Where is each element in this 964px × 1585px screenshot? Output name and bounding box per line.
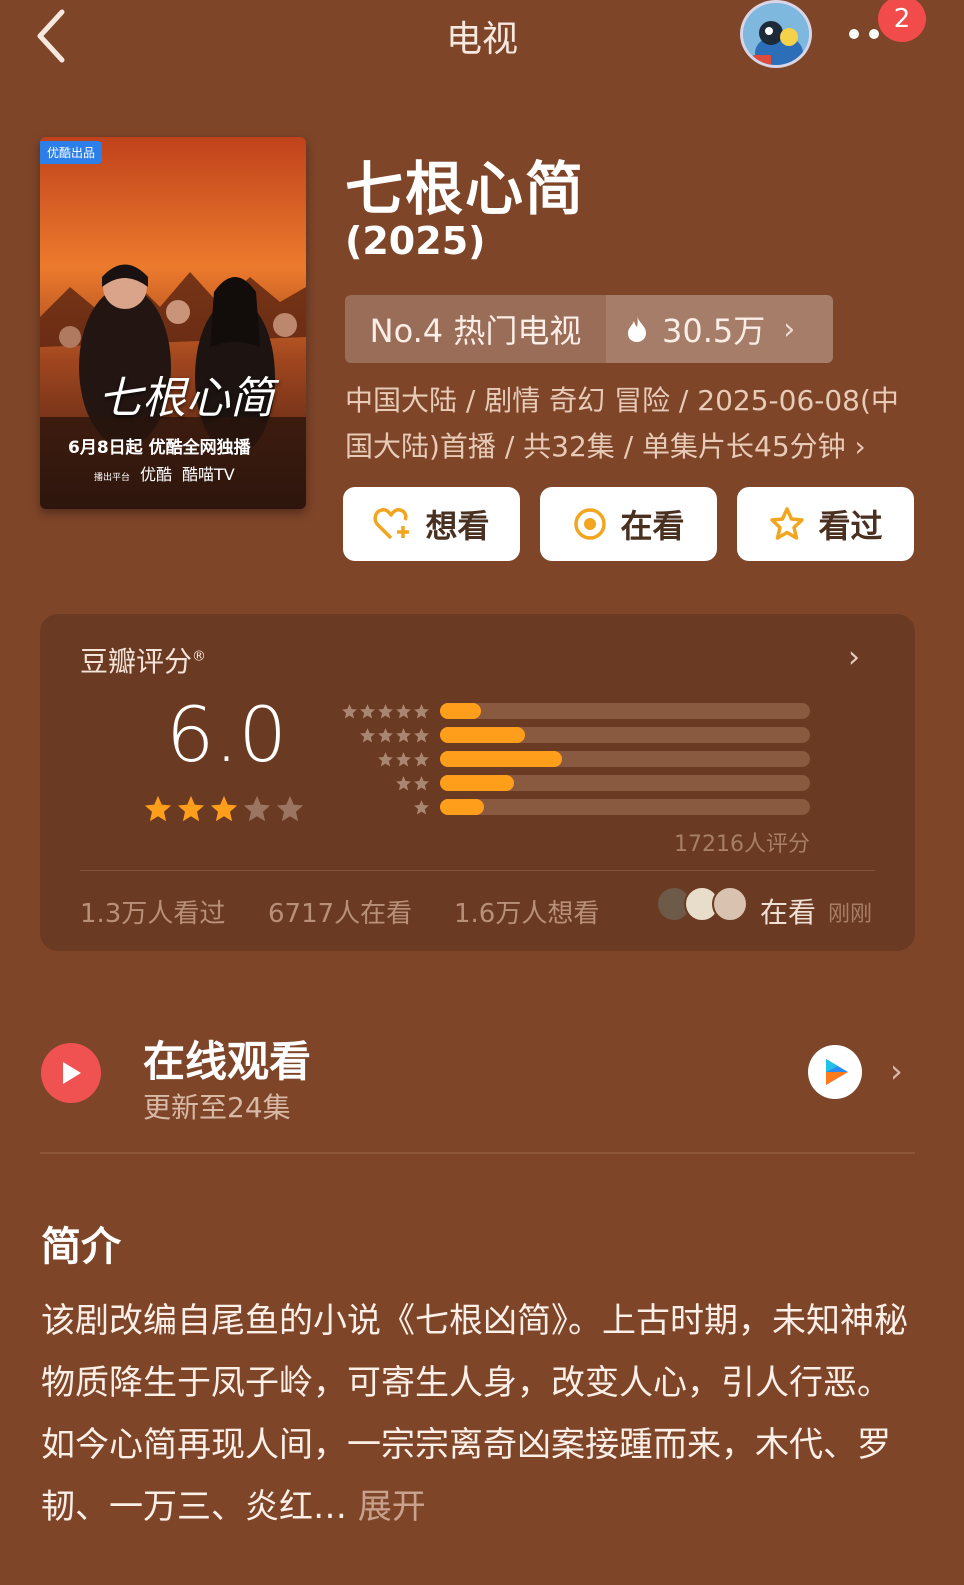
rating-bar-stars [330, 703, 430, 720]
chevron-right-icon[interactable]: › [848, 640, 860, 675]
score-stars [143, 794, 305, 824]
star-small-icon [396, 703, 411, 718]
rating-bar-fill [440, 703, 481, 719]
poster-platform-prefix: 播出平台 [94, 473, 131, 483]
star-small-icon [396, 727, 411, 742]
target-icon [574, 508, 607, 540]
chevron-right-icon: › [783, 311, 796, 347]
friend-time: 刚刚 [828, 902, 873, 927]
star-filled-icon [144, 795, 172, 822]
friend-status: 在看 [760, 896, 817, 929]
play-button[interactable] [41, 1043, 101, 1103]
chevron-right-icon[interactable]: › [890, 1052, 903, 1090]
heat-value-container: 30.5万 › [606, 295, 833, 363]
want-label: 想看 [425, 507, 490, 545]
poster-platform-kumiao: 酷喵TV [182, 465, 235, 484]
poster-title: 七根心简 [98, 373, 274, 424]
section-divider [40, 1152, 915, 1154]
star-small-icon [360, 703, 375, 718]
rating-bar-track [440, 751, 810, 767]
registered-mark: ® [192, 648, 207, 665]
rating-bar-fill [440, 727, 526, 743]
show-title: 七根心简 [345, 155, 586, 223]
rank-pill[interactable]: No.4 热门电视 30.5万 › [345, 295, 833, 363]
star-empty-icon [243, 795, 271, 822]
poster-promo: 6月8日起 优酷全网独播 [68, 438, 251, 458]
star-empty-icon [276, 795, 304, 822]
star-small-icon [414, 775, 429, 790]
youku-platform-icon[interactable] [808, 1045, 862, 1099]
poster-image[interactable]: 优酷出品 七根心简 6月8日起 优酷全网独播 播出平台 优酷 酷喵TV [40, 137, 306, 509]
star-filled-icon [177, 795, 205, 822]
rating-bar-stars [330, 799, 430, 816]
star-small-icon [378, 727, 393, 742]
online-watch-title[interactable]: 在线观看 [143, 1028, 311, 1089]
heart-plus-icon [373, 508, 410, 540]
watched-label: 看过 [818, 507, 883, 545]
rating-bar-row [330, 750, 810, 768]
page-title: 电视 [445, 19, 518, 60]
star-small-icon [414, 727, 429, 742]
watched-count[interactable]: 1.3万人看过 [80, 893, 225, 930]
card-divider [80, 870, 875, 871]
star-small-icon [342, 703, 357, 718]
rating-bar-track [440, 799, 810, 815]
rating-bar-track [440, 727, 810, 743]
rating-bar-track [440, 775, 810, 791]
star-small-icon [396, 775, 411, 790]
youku-logo-icon [826, 1059, 848, 1085]
star-filled-icon [210, 795, 238, 822]
rating-count: 17216人评分 [674, 832, 810, 857]
synopsis-text: 该剧改编自尾鱼的小说《七根凶简》。上古时期，未知神秘物质降生于凤子岭，可寄生人身… [41, 1290, 921, 1538]
watched-button[interactable]: 看过 [737, 487, 914, 561]
synopsis-title: 简介 [41, 1224, 121, 1270]
online-watch-subtitle: 更新至24集 [143, 1091, 291, 1124]
rating-bar-fill [440, 751, 563, 767]
heat-value: 30.5万 [662, 312, 766, 350]
rating-label-text: 豆瓣评分 [80, 645, 193, 678]
rating-score: 6.0 [166, 690, 287, 779]
star-small-icon [414, 703, 429, 718]
rating-bar-stars [330, 775, 430, 792]
star-small-icon [396, 751, 411, 766]
watching-button[interactable]: 在看 [540, 487, 717, 561]
user-avatar[interactable] [740, 0, 812, 68]
star-small-icon [414, 751, 429, 766]
rating-bar-row [330, 726, 810, 744]
synopsis-body: 该剧改编自尾鱼的小说《七根凶简》。上古时期，未知神秘物质降生于凤子岭，可寄生人身… [41, 1301, 908, 1527]
expand-link[interactable]: 展开 [358, 1487, 426, 1527]
rating-bar-stars [330, 751, 430, 768]
poster-badge: 优酷出品 [40, 141, 103, 164]
avatar [712, 886, 748, 922]
rating-bar-fill [440, 775, 514, 791]
friend-avatars[interactable] [656, 886, 748, 922]
rating-bar-track [440, 703, 810, 719]
rating-bar-fill [440, 799, 485, 815]
rating-label: 豆瓣评分® [80, 640, 206, 680]
play-icon [63, 1062, 81, 1084]
show-year: (2025) [345, 219, 486, 263]
want-button[interactable]: 想看 [343, 487, 520, 561]
star-outline-icon [770, 507, 805, 540]
rank-label: No.4 热门电视 [345, 295, 606, 363]
poster-platforms: 播出平台 优酷 酷喵TV [94, 461, 245, 485]
rating-bar-row [330, 798, 810, 816]
show-meta[interactable]: 中国大陆 / 剧情 奇幻 冒险 / 2025-06-08(中国大陆)首播 / 共… [345, 378, 915, 470]
watching-label: 在看 [620, 507, 685, 545]
star-small-icon [414, 799, 429, 814]
poster-platform-youku: 优酷 [140, 465, 173, 484]
rating-bar-stars [330, 727, 430, 744]
star-small-icon [378, 751, 393, 766]
rating-bar-row [330, 702, 810, 720]
star-small-icon [360, 727, 375, 742]
star-small-icon [378, 703, 393, 718]
rating-bar-row [330, 774, 810, 792]
want-count[interactable]: 1.6万人想看 [454, 893, 599, 930]
fire-icon [628, 316, 646, 342]
watching-count[interactable]: 6717人在看 [268, 893, 412, 930]
